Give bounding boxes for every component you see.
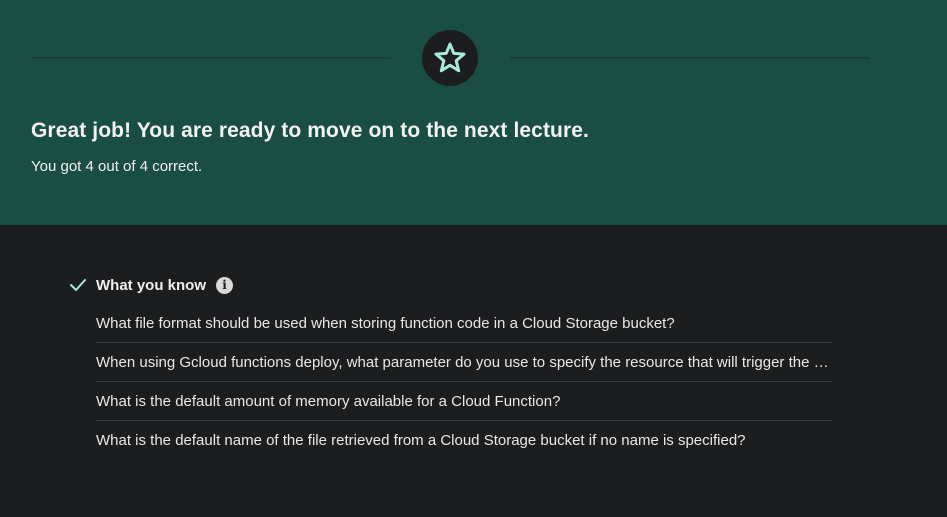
question-text: When using Gcloud functions deploy, what…	[96, 353, 832, 371]
result-headline: Great job! You are ready to move on to t…	[31, 119, 589, 142]
question-item[interactable]: When using Gcloud functions deploy, what…	[96, 343, 832, 382]
question-text: What file format should be used when sto…	[96, 314, 675, 332]
question-list: What file format should be used when sto…	[96, 304, 832, 460]
what-you-know-header: What you know i	[69, 274, 233, 296]
check-icon	[69, 276, 87, 294]
star-badge	[422, 30, 478, 86]
question-item[interactable]: What file format should be used when sto…	[96, 304, 832, 343]
info-icon[interactable]: i	[216, 276, 233, 294]
question-item[interactable]: What is the default amount of memory ava…	[96, 382, 832, 421]
results-banner: Great job! You are ready to move on to t…	[0, 0, 947, 225]
question-text: What is the default name of the file ret…	[96, 432, 746, 449]
divider-left	[31, 57, 391, 59]
question-item[interactable]: What is the default name of the file ret…	[96, 421, 832, 460]
score-text: You got 4 out of 4 correct.	[31, 158, 203, 175]
star-icon	[434, 42, 466, 73]
question-text: What is the default amount of memory ava…	[96, 392, 561, 410]
section-title: What you know	[96, 276, 206, 294]
divider-right	[510, 57, 870, 59]
